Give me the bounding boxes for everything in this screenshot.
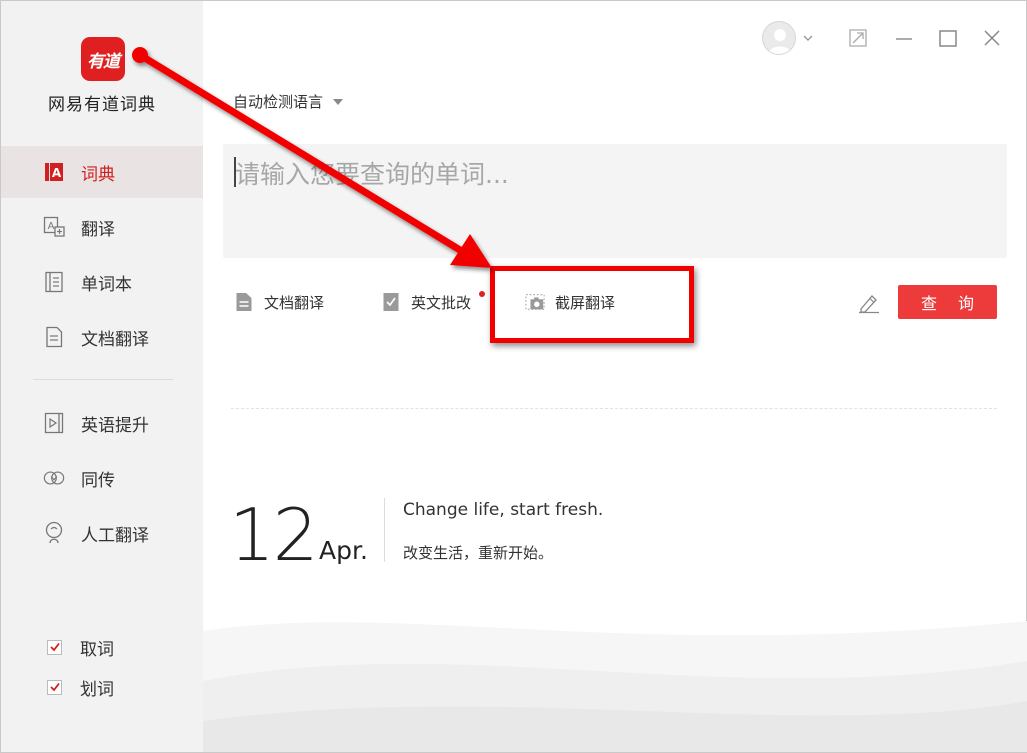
query-button[interactable]: 查 询 (898, 285, 997, 319)
sidebar-item-english-improve[interactable]: 英语提升 (1, 397, 203, 449)
dashed-divider (231, 408, 997, 409)
search-area[interactable] (223, 144, 1007, 258)
caret-down-icon (333, 98, 344, 105)
annotation-highlight-box (490, 266, 694, 343)
sidebar-divider (33, 379, 173, 380)
english-correction-button[interactable]: 英文批改 (381, 290, 471, 314)
svg-text:A: A (48, 221, 55, 232)
daily-quote-chinese: 改变生活，重新开始。 (403, 544, 554, 562)
user-icon (768, 29, 792, 54)
sidebar-item-label: 单词本 (81, 274, 132, 295)
checklist-icon (381, 292, 401, 312)
sidebar-item-label: 人工翻译 (81, 525, 149, 546)
sidebar-item-document-translate[interactable]: 文档翻译 (1, 311, 203, 363)
mini-mode-icon[interactable] (847, 27, 869, 49)
handwriting-icon[interactable] (857, 290, 881, 314)
daily-divider (384, 498, 385, 562)
checkbox-label: 取词 (80, 639, 114, 660)
notification-dot (479, 291, 485, 297)
sidebar-item-label: 同传 (81, 470, 115, 491)
daily-day: 12 (229, 493, 319, 577)
human-translate-icon (43, 521, 65, 544)
sidebar-item-interpretation[interactable]: 同传 (1, 452, 203, 504)
translate-icon: A (43, 216, 65, 238)
dictionary-icon: A (43, 161, 65, 183)
app-name: 网易有道词典 (48, 95, 156, 115)
sidebar-item-label: 翻译 (81, 219, 115, 240)
wave-background (203, 621, 1027, 752)
sidebar-item-wordbook[interactable]: 单词本 (1, 256, 203, 308)
daily-quote-english: Change life, start fresh. (403, 500, 604, 520)
language-select[interactable]: 自动检测语言 (233, 91, 344, 112)
minimize-icon[interactable] (893, 27, 915, 49)
close-icon[interactable] (981, 27, 1003, 49)
sidebar-item-translate[interactable]: A 翻译 (1, 201, 203, 253)
checkbox-label: 划词 (80, 679, 114, 700)
document-translate-button[interactable]: 文档翻译 (234, 290, 324, 314)
svg-text:A: A (52, 166, 62, 180)
language-select-label: 自动检测语言 (233, 93, 324, 111)
document-icon (234, 292, 254, 312)
select-word-checkbox[interactable]: 划词 (47, 675, 114, 700)
sidebar-item-human-translate[interactable]: 人工翻译 (1, 507, 203, 559)
sidebar-item-label: 英语提升 (81, 415, 149, 436)
checkmark-icon (47, 679, 62, 695)
sidebar: 有道 网易有道词典 A 词典 A 翻译 单词本 文档翻译 英语提升 同传 人工翻… (1, 1, 203, 752)
dictionary-window: 有道 网易有道词典 A 词典 A 翻译 单词本 文档翻译 英语提升 同传 人工翻… (0, 0, 1027, 753)
chevron-down-icon[interactable] (801, 30, 815, 44)
sidebar-item-dictionary[interactable]: A 词典 (1, 146, 203, 198)
wordbook-icon (43, 271, 65, 293)
user-avatar[interactable] (762, 21, 796, 55)
app-logo: 有道 (81, 37, 125, 81)
maximize-icon[interactable] (937, 27, 959, 49)
checkmark-icon (47, 639, 62, 655)
interpretation-icon (43, 467, 65, 489)
video-play-icon (43, 412, 65, 434)
text-cursor (234, 157, 236, 187)
tool-label: 文档翻译 (264, 293, 325, 312)
document-icon (43, 326, 65, 348)
sidebar-item-label: 词典 (81, 164, 115, 185)
sidebar-item-label: 文档翻译 (81, 329, 149, 350)
daily-month: Apr. (319, 536, 368, 565)
tool-label: 英文批改 (411, 293, 472, 312)
search-input[interactable] (223, 144, 1007, 204)
capture-word-checkbox[interactable]: 取词 (47, 635, 114, 660)
